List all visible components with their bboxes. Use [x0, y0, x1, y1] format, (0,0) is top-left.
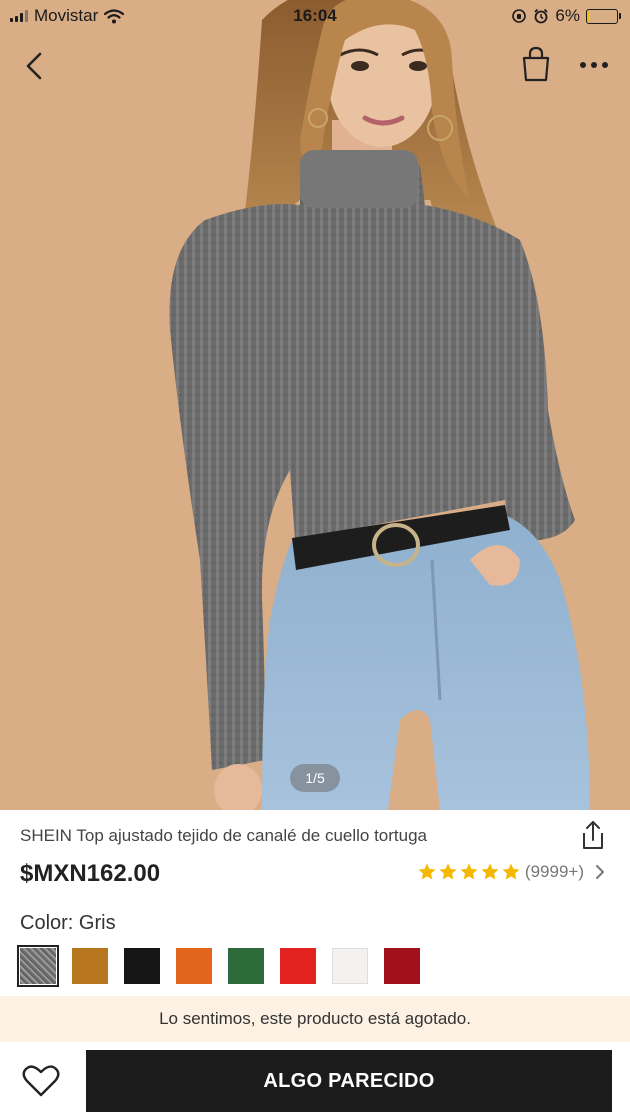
- star-icon: [502, 863, 520, 880]
- battery-icon: [586, 8, 621, 24]
- color-swatches: [17, 945, 420, 987]
- status-bar: Movistar 16:04 6%: [0, 0, 630, 34]
- star-icon: [481, 863, 499, 880]
- similar-items-button[interactable]: ALGO PARECIDO: [86, 1050, 612, 1112]
- status-right: 6%: [511, 6, 621, 26]
- rating-stars: [417, 862, 521, 882]
- gallery-page-indicator: 1/5: [290, 764, 340, 792]
- shopping-bag-icon[interactable]: [516, 44, 556, 84]
- chevron-right-icon: [596, 865, 604, 879]
- share-icon[interactable]: [576, 818, 610, 852]
- product-title: SHEIN Top ajustado tejido de canalé de c…: [20, 826, 428, 845]
- battery-level: [588, 10, 591, 22]
- color-swatch[interactable]: [384, 948, 420, 984]
- heart-icon[interactable]: [22, 1064, 60, 1098]
- more-horizontal-icon[interactable]: [574, 50, 614, 80]
- star-icon: [439, 863, 457, 880]
- color-swatch[interactable]: [176, 948, 212, 984]
- color-swatch[interactable]: [332, 948, 368, 984]
- battery-percent: 6%: [555, 6, 580, 25]
- color-swatch[interactable]: [124, 948, 160, 984]
- product-price: $MXN162.00: [20, 860, 161, 887]
- out-of-stock-notice: Lo sentimos, este producto está agotado.: [0, 996, 630, 1042]
- rating-count: (9999+): [524, 862, 584, 881]
- color-label: Color: Gris: [20, 912, 116, 934]
- color-swatch[interactable]: [228, 948, 264, 984]
- star-icon: [418, 863, 436, 880]
- orientation-lock-icon: [512, 9, 527, 23]
- chevron-left-icon[interactable]: [18, 46, 54, 86]
- color-swatch[interactable]: [280, 948, 316, 984]
- rating-summary[interactable]: (9999+): [417, 862, 608, 882]
- alarm-icon: [534, 8, 549, 24]
- color-swatch[interactable]: [17, 945, 59, 987]
- star-icon: [460, 863, 478, 880]
- product-image-gallery[interactable]: Movistar 16:04 6% 1/5: [0, 0, 630, 810]
- color-swatch[interactable]: [72, 948, 108, 984]
- product-photo: [0, 0, 630, 810]
